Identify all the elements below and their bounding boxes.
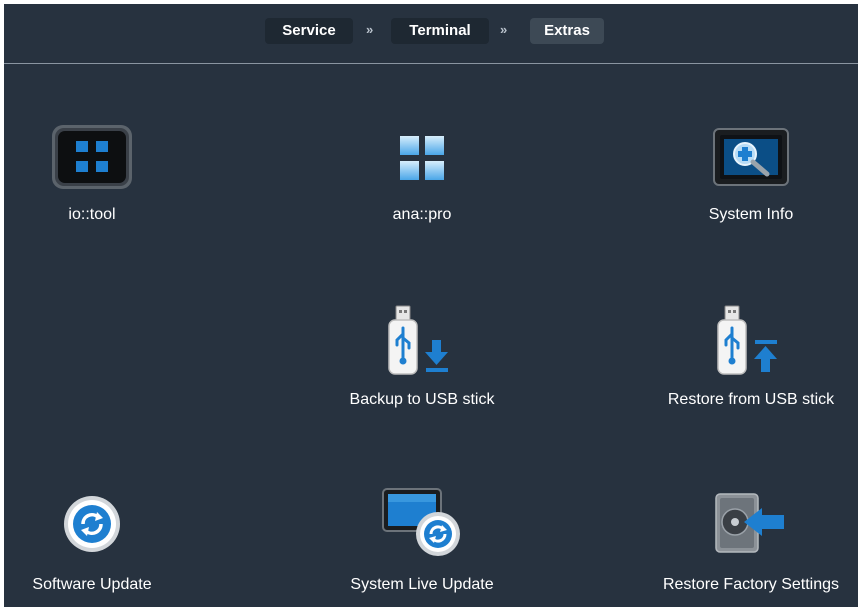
backup-usb-tile[interactable]: Backup to USB stick bbox=[322, 302, 522, 414]
hard-drive-restore-icon bbox=[714, 492, 788, 561]
usb-upload-icon bbox=[714, 304, 788, 381]
system-live-update-tile[interactable]: System Live Update bbox=[332, 488, 512, 600]
breadcrumb: Service » Terminal » Extras bbox=[4, 4, 858, 64]
monitor-refresh-icon bbox=[382, 488, 462, 563]
restore-usb-label: Restore from USB stick bbox=[667, 391, 835, 408]
breadcrumb-extras[interactable]: Extras bbox=[530, 18, 604, 44]
io-tool-icon bbox=[51, 124, 133, 195]
grid-icon bbox=[398, 134, 446, 187]
system-info-label: System Info bbox=[708, 206, 794, 223]
restore-factory-label: Restore Factory Settings bbox=[662, 576, 840, 593]
system-info-tile[interactable]: System Info bbox=[671, 122, 831, 232]
system-live-update-label: System Live Update bbox=[350, 576, 494, 593]
software-update-label: Software Update bbox=[32, 576, 152, 593]
extras-screen: Service » Terminal » Extras io::tool ana… bbox=[4, 4, 858, 607]
breadcrumb-separator-icon: » bbox=[500, 22, 507, 37]
refresh-icon bbox=[62, 494, 122, 559]
breadcrumb-service[interactable]: Service bbox=[265, 18, 353, 44]
io-tool-label: io::tool bbox=[68, 206, 116, 223]
software-update-tile[interactable]: Software Update bbox=[12, 488, 172, 600]
breadcrumb-terminal[interactable]: Terminal bbox=[391, 18, 489, 44]
ana-pro-tile[interactable]: ana::pro bbox=[342, 122, 502, 232]
breadcrumb-separator-icon: » bbox=[366, 22, 373, 37]
backup-usb-label: Backup to USB stick bbox=[349, 391, 495, 408]
ana-pro-label: ana::pro bbox=[392, 206, 452, 223]
system-info-icon bbox=[713, 128, 789, 193]
restore-usb-tile[interactable]: Restore from USB stick bbox=[648, 302, 854, 414]
usb-download-icon bbox=[385, 304, 459, 381]
restore-factory-tile[interactable]: Restore Factory Settings bbox=[644, 488, 858, 600]
io-tool-tile[interactable]: io::tool bbox=[12, 122, 172, 232]
